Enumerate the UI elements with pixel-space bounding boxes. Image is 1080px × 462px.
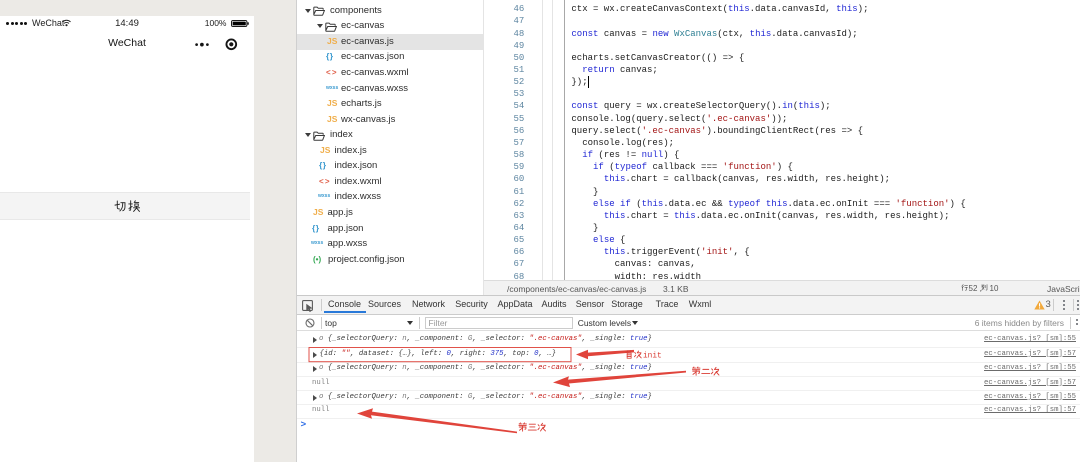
svg-text:init: init bbox=[643, 353, 662, 361]
